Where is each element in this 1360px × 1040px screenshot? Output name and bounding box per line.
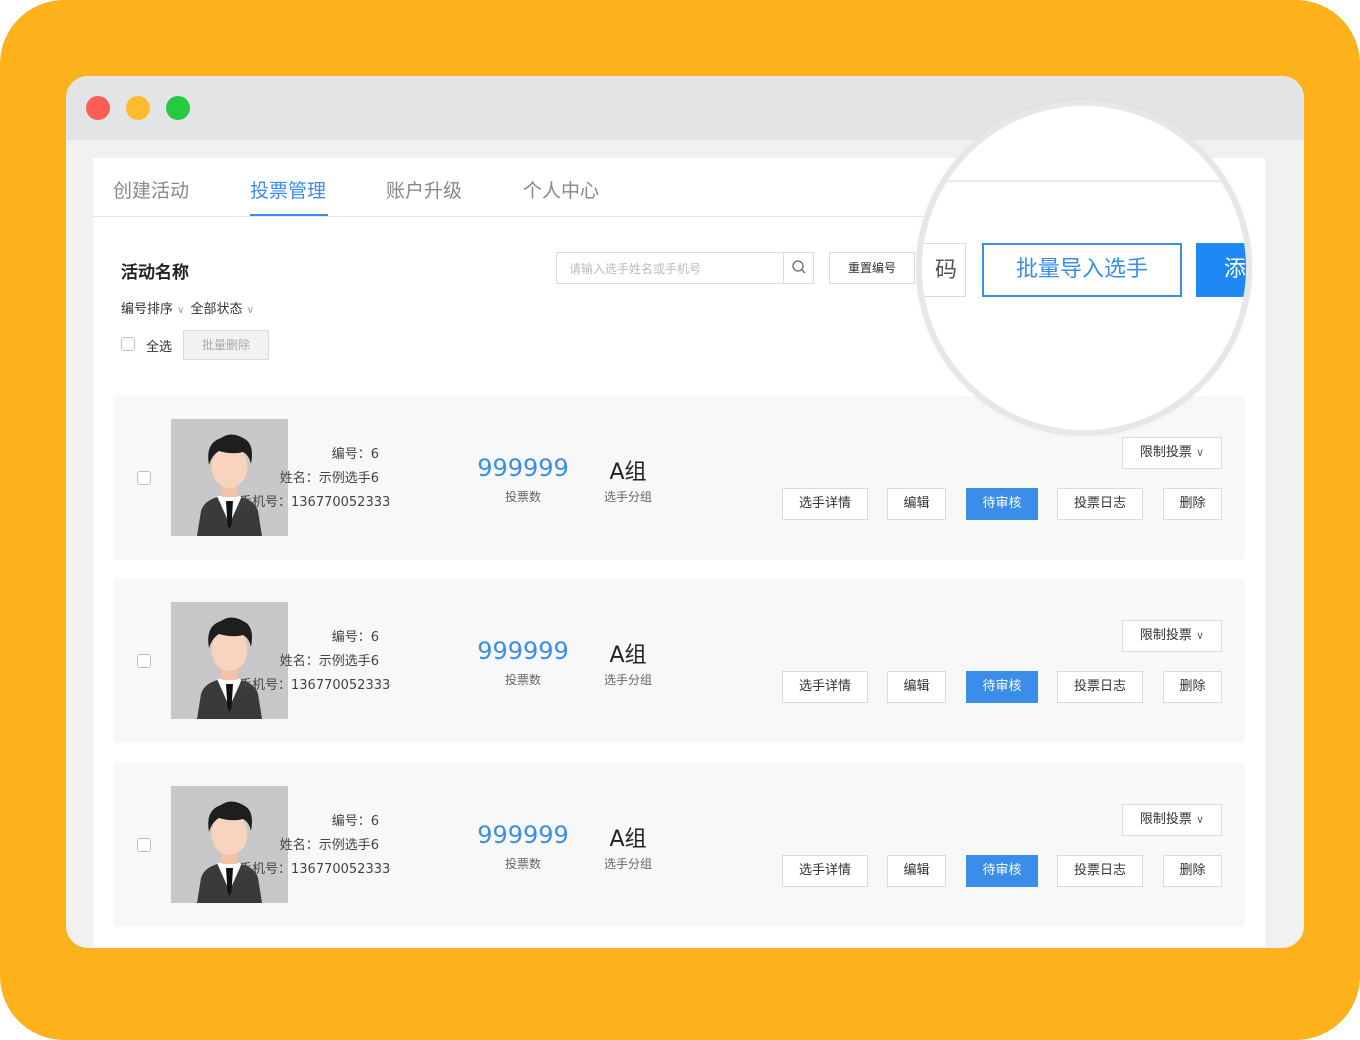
player-phone: 136770052333 xyxy=(291,862,391,877)
player-phone-line: 手机号：136770052333 xyxy=(239,674,390,693)
edit-button[interactable]: 编辑 xyxy=(887,488,946,520)
delete-button[interactable]: 删除 xyxy=(1163,855,1222,887)
number-label: 编号： xyxy=(331,814,371,829)
player-name-line: 姓名：示例选手6 xyxy=(239,467,379,486)
vote-log-button[interactable]: 投票日志 xyxy=(1057,671,1143,703)
edit-button[interactable]: 编辑 xyxy=(887,671,946,703)
search-button[interactable] xyxy=(783,253,815,283)
tab-personal-center[interactable]: 个人中心 xyxy=(523,176,599,203)
player-phone: 136770052333 xyxy=(291,678,391,693)
phone-label: 手机号： xyxy=(239,862,292,877)
player-name-line: 姓名：示例选手6 xyxy=(239,650,379,669)
pending-review-button[interactable]: 待审核 xyxy=(966,671,1038,703)
chevron-down-icon: ∨ xyxy=(1196,629,1205,642)
tab-account-upgrade[interactable]: 账户升级 xyxy=(386,176,462,203)
activity-title: 活动名称 xyxy=(121,263,189,283)
filter-bar: 编号排序 ∨ 全部状态 ∨ xyxy=(121,298,260,317)
player-phone: 136770052333 xyxy=(291,495,391,510)
player-checkbox[interactable] xyxy=(137,654,151,668)
edit-button[interactable]: 编辑 xyxy=(887,855,946,887)
limit-vote-dropdown[interactable]: 限制投票 ∨ xyxy=(1122,804,1222,836)
search-box: 请输入选手姓名或手机号 xyxy=(556,252,814,284)
status-dropdown[interactable]: 全部状态 ∨ xyxy=(190,302,259,317)
player-group-caption: 选手分组 xyxy=(603,857,652,871)
player-group: A组 xyxy=(609,827,647,852)
player-number: 6 xyxy=(370,447,379,462)
limit-vote-label: 限制投票 xyxy=(1139,812,1192,827)
vote-count-caption: 投票数 xyxy=(504,857,541,871)
vote-count-caption: 投票数 xyxy=(504,490,541,504)
chevron-down-icon: ∨ xyxy=(246,305,254,316)
player-phone-line: 手机号：136770052333 xyxy=(239,491,390,510)
batch-import-players-button[interactable]: 批量导入选手 xyxy=(982,243,1182,297)
close-window-button[interactable] xyxy=(86,96,110,120)
delete-button[interactable]: 删除 xyxy=(1163,671,1222,703)
select-all-checkbox[interactable] xyxy=(121,337,135,351)
player-number-line: 编号：6 xyxy=(239,626,379,645)
player-number: 6 xyxy=(370,814,379,829)
player-number: 6 xyxy=(370,630,379,645)
player-name: 示例选手6 xyxy=(318,654,379,669)
minimize-window-button[interactable] xyxy=(126,96,150,120)
player-name-line: 姓名：示例选手6 xyxy=(239,834,379,853)
name-label: 姓名： xyxy=(279,471,319,486)
tab-vote-management[interactable]: 投票管理 xyxy=(250,176,326,203)
player-card: 编号：6 姓名：示例选手6 手机号：136770052333 999999 投票… xyxy=(113,763,1245,927)
delete-button[interactable]: 删除 xyxy=(1163,488,1222,520)
maximize-window-button[interactable] xyxy=(166,96,190,120)
player-details-button[interactable]: 选手详情 xyxy=(782,488,868,520)
magnifier-callout: 码 批量导入选手 添 xyxy=(916,100,1252,436)
tab-create-activity[interactable]: 创建活动 xyxy=(113,176,189,203)
limit-vote-dropdown[interactable]: 限制投票 ∨ xyxy=(1122,620,1222,652)
active-tab-indicator xyxy=(250,214,328,216)
status-label: 全部状态 xyxy=(190,302,243,317)
search-icon xyxy=(792,260,806,274)
pending-review-button[interactable]: 待审核 xyxy=(966,855,1038,887)
search-input[interactable]: 请输入选手姓名或手机号 xyxy=(569,260,701,277)
magnified-partial-button[interactable]: 码 xyxy=(922,243,966,297)
sort-label: 编号排序 xyxy=(121,302,174,317)
name-label: 姓名： xyxy=(279,838,319,853)
player-name: 示例选手6 xyxy=(318,838,379,853)
limit-vote-label: 限制投票 xyxy=(1139,445,1192,460)
vote-count: 999999 xyxy=(477,637,569,665)
vote-count: 999999 xyxy=(477,454,569,482)
player-group: A组 xyxy=(609,643,647,668)
vote-log-button[interactable]: 投票日志 xyxy=(1057,855,1143,887)
limit-vote-label: 限制投票 xyxy=(1139,628,1192,643)
batch-delete-button[interactable]: 批量删除 xyxy=(183,330,269,360)
vote-count-caption: 投票数 xyxy=(504,673,541,687)
player-group-caption: 选手分组 xyxy=(603,490,652,504)
name-label: 姓名： xyxy=(279,654,319,669)
chevron-down-icon: ∨ xyxy=(177,305,185,316)
limit-vote-dropdown[interactable]: 限制投票 ∨ xyxy=(1122,437,1222,469)
sort-dropdown[interactable]: 编号排序 ∨ xyxy=(121,302,190,317)
player-card: 编号：6 姓名：示例选手6 手机号：136770052333 999999 投票… xyxy=(113,579,1245,743)
player-details-button[interactable]: 选手详情 xyxy=(782,855,868,887)
select-all-label: 全选 xyxy=(146,340,173,355)
vote-count: 999999 xyxy=(477,821,569,849)
phone-label: 手机号： xyxy=(239,495,292,510)
vote-log-button[interactable]: 投票日志 xyxy=(1057,488,1143,520)
number-label: 编号： xyxy=(331,447,371,462)
phone-label: 手机号： xyxy=(239,678,292,693)
player-group-caption: 选手分组 xyxy=(603,673,652,687)
reset-number-button[interactable]: 重置编号 xyxy=(829,252,915,284)
player-number-line: 编号：6 xyxy=(239,810,379,829)
magnified-divider xyxy=(922,180,1246,182)
chevron-down-icon: ∨ xyxy=(1196,446,1205,459)
player-group: A组 xyxy=(609,460,647,485)
player-details-button[interactable]: 选手详情 xyxy=(782,671,868,703)
player-checkbox[interactable] xyxy=(137,838,151,852)
chevron-down-icon: ∨ xyxy=(1196,813,1205,826)
player-phone-line: 手机号：136770052333 xyxy=(239,858,390,877)
player-number-line: 编号：6 xyxy=(239,443,379,462)
player-name: 示例选手6 xyxy=(318,471,379,486)
player-checkbox[interactable] xyxy=(137,471,151,485)
number-label: 编号： xyxy=(331,630,371,645)
pending-review-button[interactable]: 待审核 xyxy=(966,488,1038,520)
add-player-button[interactable]: 添 xyxy=(1196,243,1246,297)
